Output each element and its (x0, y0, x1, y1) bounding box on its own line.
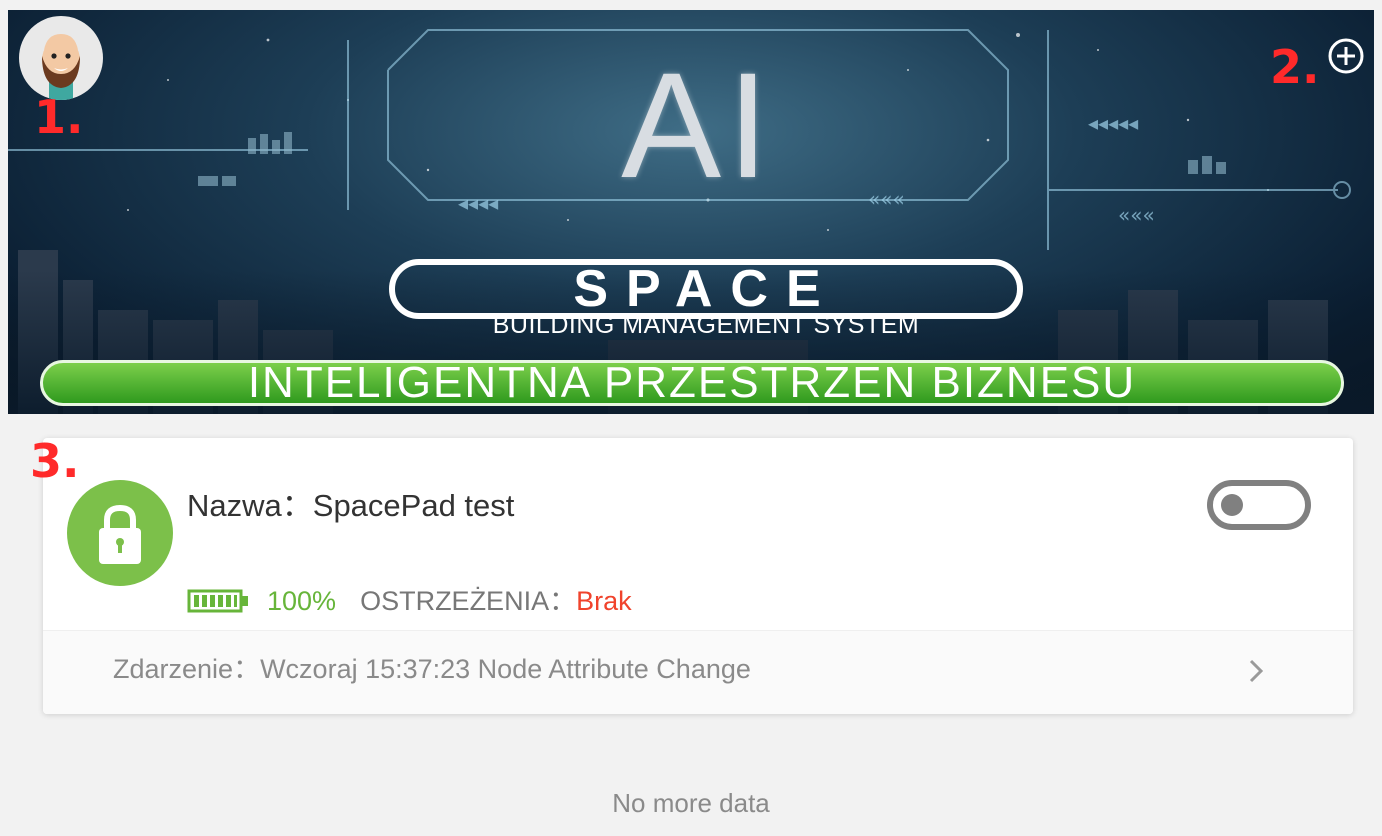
event-text: Zdarzenie：Wczoraj 15:37:23 Node Attribut… (113, 651, 751, 687)
event-row[interactable]: Zdarzenie：Wczoraj 15:37:23 Node Attribut… (43, 630, 1353, 714)
bearded-man-avatar-icon (42, 34, 80, 100)
warnings-label: OSTRZEŻENIA： (360, 586, 577, 616)
ai-title: AI (621, 41, 775, 209)
device-name-label: Nazwa： (187, 488, 313, 523)
no-more-data-text: No more data (612, 788, 770, 818)
device-card[interactable]: Nazwa：SpacePad test 100% OSTRZEŻENIA： Br… (43, 438, 1353, 714)
event-label: Zdarzenie： (113, 654, 261, 684)
annotation-marker-1: 1. (34, 90, 84, 144)
device-toggle-switch[interactable] (1207, 480, 1311, 530)
svg-text:◂◂◂◂: ◂◂◂◂ (458, 191, 498, 215)
svg-text:«««: ««« (868, 187, 905, 211)
warnings-value: Brak (576, 586, 632, 616)
app-screen: ◂◂◂◂ ««« ◂◂◂◂◂ ««« AI SPACE BUILDING MAN… (0, 0, 1382, 836)
slogan-badge: INTELIGENTNA PRZESTRZEN BIZNESU (40, 360, 1344, 406)
profile-avatar-button[interactable] (19, 16, 103, 100)
device-lock-avatar (67, 480, 173, 586)
event-value: Wczoraj 15:37:23 Node Attribute Change (260, 654, 751, 684)
device-name-row: Nazwa：SpacePad test (187, 486, 514, 526)
device-name-value: SpacePad test (312, 488, 515, 523)
plus-circle-icon (1328, 38, 1364, 74)
device-card-header: Nazwa：SpacePad test 100% OSTRZEŻENIA： Br… (43, 438, 1353, 630)
add-device-button[interactable] (1326, 36, 1366, 76)
battery-percentage: 100% (267, 586, 337, 616)
annotation-marker-3: 3. (30, 434, 80, 488)
toggle-knob (1221, 494, 1243, 516)
slogan-text: INTELIGENTNA PRZESTRZEN BIZNESU (247, 358, 1137, 407)
hero-banner: ◂◂◂◂ ««« ◂◂◂◂◂ ««« AI SPACE BUILDING MAN… (8, 10, 1374, 414)
device-status-row: 100% OSTRZEŻENIA： Brak (187, 583, 632, 619)
banner-subtitle: BUILDING MANAGEMENT SYSTEM (492, 311, 920, 339)
svg-text:«««: ««« (1118, 203, 1155, 227)
battery-full-icon (187, 589, 248, 613)
chevron-right-icon (1249, 659, 1264, 683)
annotation-marker-2: 2. (1270, 40, 1320, 94)
padlock-icon (99, 504, 141, 564)
svg-text:◂◂◂◂◂: ◂◂◂◂◂ (1088, 111, 1138, 135)
